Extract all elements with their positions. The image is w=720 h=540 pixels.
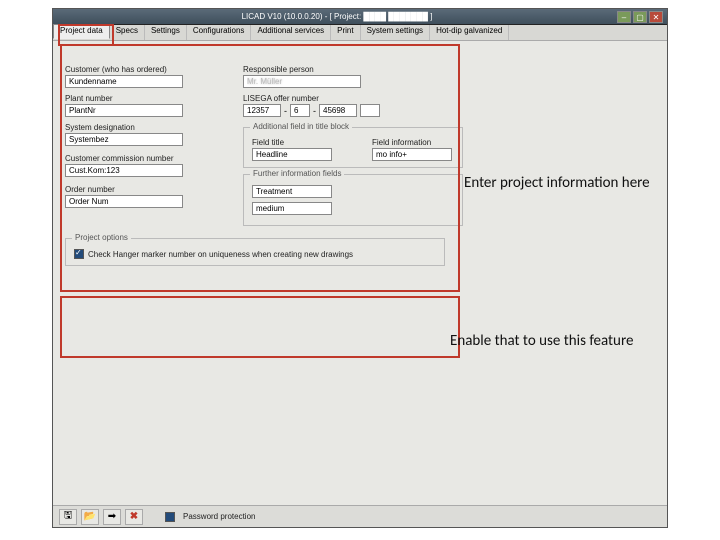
additional-field-legend: Additional field in title block — [250, 122, 352, 131]
lisega-offer-label: LISEGA offer number — [243, 94, 380, 103]
project-options-legend: Project options — [72, 233, 131, 242]
folder-open-icon: 📂 — [84, 511, 96, 522]
password-protection-checkbox[interactable] — [165, 512, 175, 522]
field-information-input[interactable] — [372, 148, 452, 161]
application-window: LICAD V10 (10.0.0.20) - [ Project: ████ … — [52, 8, 668, 528]
order-number-input[interactable] — [65, 195, 183, 208]
field-title-label: Field title — [252, 138, 332, 147]
tab-system-settings[interactable]: System settings — [361, 25, 430, 40]
further-information-group: Further information fields — [243, 174, 463, 226]
offer-input-4[interactable] — [360, 104, 380, 117]
customer-commission-input[interactable] — [65, 164, 183, 177]
offer-input-3[interactable] — [319, 104, 357, 117]
tab-settings[interactable]: Settings — [145, 25, 187, 40]
plant-number-input[interactable] — [65, 104, 183, 117]
content-area: Customer (who has ordered) Responsible p… — [53, 41, 667, 505]
close-icon: ✖ — [130, 511, 138, 522]
save-button[interactable]: 🖫 — [59, 509, 77, 525]
bottom-toolbar: 🖫 📂 ➡ ✖ Password protection — [53, 505, 667, 527]
tab-bar: Project data Specs Settings Configuratio… — [53, 25, 667, 41]
save-icon: 🖫 — [64, 508, 73, 525]
plant-number-label: Plant number — [65, 94, 183, 103]
annotation-callout-1: Enter project information here — [464, 174, 664, 192]
export-icon: ➡ — [108, 511, 116, 522]
system-designation-label: System designation — [65, 123, 183, 132]
field-title-input[interactable] — [252, 148, 332, 161]
open-button[interactable]: 📂 — [81, 509, 99, 525]
password-protection-label: Password protection — [183, 512, 255, 521]
tab-print[interactable]: Print — [331, 25, 360, 40]
field-information-label: Field information — [372, 138, 452, 147]
minimize-button[interactable]: – — [617, 11, 631, 23]
offer-input-2[interactable] — [290, 104, 310, 117]
check-hanger-label: Check Hanger marker number on uniqueness… — [88, 250, 353, 259]
project-options-group: Project options Check Hanger marker numb… — [65, 238, 445, 266]
customer-label: Customer (who has ordered) — [65, 65, 183, 74]
titlebar: LICAD V10 (10.0.0.20) - [ Project: ████ … — [53, 9, 667, 25]
responsible-label: Responsible person — [243, 65, 361, 74]
maximize-button[interactable]: ▢ — [633, 11, 647, 23]
offer-sep: - — [284, 106, 287, 116]
offer-input-1[interactable] — [243, 104, 281, 117]
tab-specs[interactable]: Specs — [110, 25, 145, 40]
tab-additional-services[interactable]: Additional services — [251, 25, 331, 40]
further-field-2[interactable] — [252, 202, 332, 215]
window-title: LICAD V10 (10.0.0.20) - [ Project: ████ … — [57, 12, 617, 21]
tab-hot-dip[interactable]: Hot-dip galvanized — [430, 25, 509, 40]
offer-sep: - — [313, 106, 316, 116]
responsible-input[interactable] — [243, 75, 361, 88]
annotation-callout-2: Enable that to use this feature — [450, 332, 650, 350]
order-number-label: Order number — [65, 185, 183, 194]
customer-input[interactable] — [65, 75, 183, 88]
customer-commission-label: Customer commission number — [65, 154, 183, 163]
further-field-1[interactable] — [252, 185, 332, 198]
check-hanger-checkbox[interactable] — [74, 249, 84, 259]
tab-configurations[interactable]: Configurations — [187, 25, 252, 40]
system-designation-input[interactable] — [65, 133, 183, 146]
export-button[interactable]: ➡ — [103, 509, 121, 525]
further-information-legend: Further information fields — [250, 169, 344, 178]
additional-field-group: Additional field in title block Field ti… — [243, 127, 463, 168]
cancel-button[interactable]: ✖ — [125, 509, 143, 525]
tab-project-data[interactable]: Project data — [53, 24, 110, 39]
close-button[interactable]: ✕ — [649, 11, 663, 23]
